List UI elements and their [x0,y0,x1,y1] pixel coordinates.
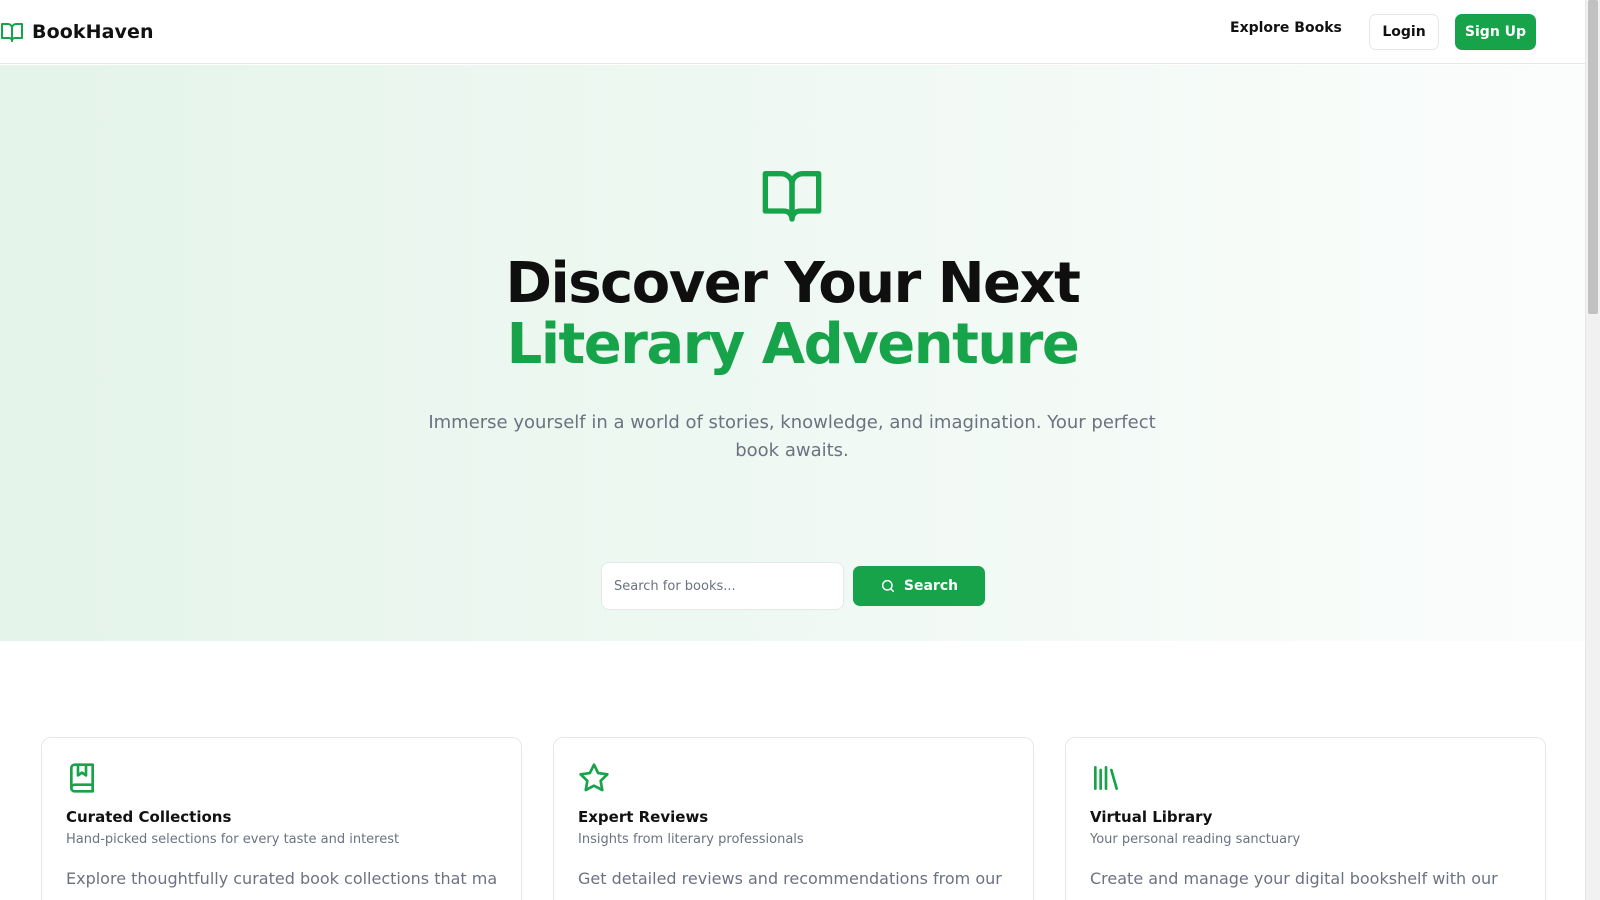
star-icon [579,763,609,792]
scrollbar-thumb[interactable] [1588,0,1598,314]
login-button[interactable]: Login [1369,14,1439,50]
feature-card-reviews: Expert Reviews Insights from literary pr… [553,737,1034,900]
navbar: BookHaven Explore Books Login Sign Up [0,0,1585,64]
hero-title-accent: Literary Adventure [506,312,1080,377]
search-button[interactable]: Search [853,566,985,606]
hero-section: Discover Your Next Literary Adventure Im… [0,65,1585,641]
feature-title: Curated Collections [66,808,232,826]
page-scrollbar[interactable] [1585,0,1600,900]
feature-body: Create and manage your digital bookshelf… [1090,869,1498,888]
feature-card-curated: Curated Collections Hand-picked selectio… [41,737,522,900]
feature-subtitle: Insights from literary professionals [578,832,804,847]
feature-subtitle: Hand-picked selections for every taste a… [66,832,400,847]
book-open-icon [0,20,24,44]
brand-logo[interactable]: BookHaven [0,18,154,46]
library-icon [1094,766,1118,790]
feature-title: Expert Reviews [578,808,709,826]
feature-body: Get detailed reviews and recommendations… [578,869,1002,888]
hero-subtitle: Immerse yourself in a world of stories, … [428,412,1156,461]
feature-body: Explore thoughtfully curated book collec… [66,869,497,888]
feature-title: Virtual Library [1090,808,1213,826]
book-open-icon [760,163,824,227]
search-input[interactable] [601,562,844,610]
feature-card-library: Virtual Library Your personal reading sa… [1065,737,1546,900]
hero-title-main: Discover Your Next [505,251,1081,316]
explore-books-link[interactable]: Explore Books [1230,20,1342,36]
bookmark-book-icon [70,763,94,793]
signup-button[interactable]: Sign Up [1455,14,1536,50]
search-button-label: Search [903,578,959,594]
hero-title: Discover Your Next Literary Adventure [0,253,1585,375]
brand-name: BookHaven [32,21,154,43]
feature-subtitle: Your personal reading sanctuary [1090,832,1301,847]
search-icon [881,579,894,593]
